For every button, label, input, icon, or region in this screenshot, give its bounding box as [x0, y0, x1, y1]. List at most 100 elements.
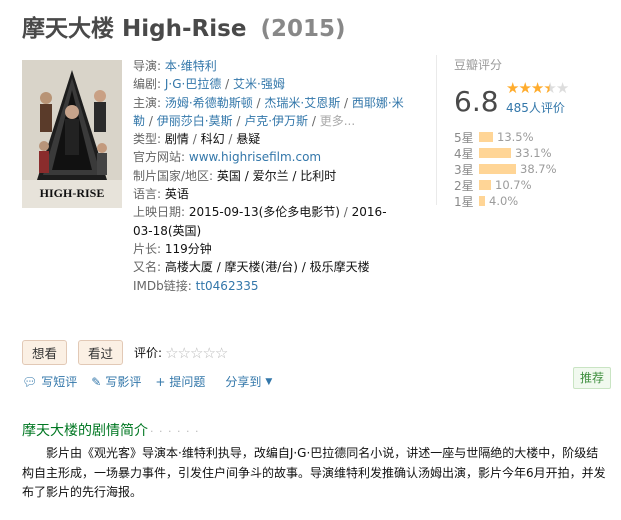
distribution-percent: 38.7% — [520, 162, 557, 176]
release-row: 上映日期: 2015-09-13(多伦多电影节) / 2016-03-18(英国… — [133, 205, 387, 238]
rate-stars[interactable]: ☆☆☆☆☆ — [165, 344, 228, 362]
seen-button[interactable]: 看过 — [78, 340, 124, 365]
runtime-value: 119分钟 — [164, 241, 212, 256]
country-label: 制片国家/地区: — [133, 168, 214, 183]
rating-stars: ★★★★★ — [506, 79, 569, 97]
website-label: 官方网站: — [133, 150, 186, 165]
title-en: High-Rise — [122, 16, 247, 42]
aka-label: 又名: — [133, 260, 162, 275]
distribution-label: 3星 — [454, 162, 474, 177]
star-empty-icon[interactable]: ☆ — [190, 344, 203, 362]
cast-link[interactable]: 杰瑞米·艾恩斯 — [264, 96, 340, 110]
title-year: (2015) — [260, 16, 346, 42]
review-action[interactable]: ✎ 写影评 — [91, 373, 141, 390]
language-row: 语言: 英语 — [133, 185, 405, 203]
star-half-icon: ★ — [543, 79, 556, 97]
pencil-icon: ✎ — [91, 374, 102, 389]
imdb-link[interactable]: tt0462335 — [196, 279, 259, 293]
action-bar: 想看 看过 评价: ☆☆☆☆☆ — [22, 340, 228, 365]
genre-value: 剧情 — [164, 132, 189, 147]
star-icon: ★ — [530, 79, 544, 97]
distribution-row: 4星 33.1% — [454, 145, 557, 161]
title-cn: 摩天大楼 — [22, 16, 114, 42]
movie-poster[interactable]: HIGH-RISE — [22, 60, 122, 208]
rating-distribution: 5星 13.5% 4星 33.1% 3星 38.7% 2星 10.7% 1星 4.0% — [454, 129, 557, 209]
distribution-percent: 13.5% — [497, 130, 534, 144]
distribution-label: 1星 — [454, 194, 474, 209]
distribution-label: 2星 — [454, 178, 474, 193]
distribution-row: 1星 4.0% — [454, 193, 557, 209]
genre-value: 悬疑 — [236, 132, 261, 147]
imdb-row: IMDb链接: tt0462335 — [133, 277, 405, 295]
question-action[interactable]: + 提问题 — [155, 373, 205, 390]
tool-bar: 💬︎ 写短评 ✎ 写影评 + 提问题 分享到 ▼ — [22, 373, 276, 390]
distribution-bar — [479, 132, 493, 142]
website-link[interactable]: www.highrisefilm.com — [189, 150, 321, 164]
distribution-row: 2星 10.7% — [454, 177, 557, 193]
director-row: 导演: 本·维特利 — [133, 59, 217, 73]
aka-row: 又名: 高楼大厦 / 摩天楼(港/台) / 极乐摩天楼 — [133, 258, 405, 276]
distribution-percent: 10.7% — [495, 178, 532, 192]
summary-dots: · · · · · · — [150, 425, 200, 438]
distribution-percent: 33.1% — [515, 146, 552, 160]
recommend-button[interactable]: 推荐 — [573, 367, 611, 389]
rate-label: 评价: — [134, 346, 163, 360]
star-empty-icon[interactable]: ☆ — [165, 344, 178, 362]
star-icon: ★ — [518, 79, 531, 97]
distribution-bar — [479, 196, 485, 206]
want-button[interactable]: 想看 — [22, 340, 68, 365]
writer-link[interactable]: J·G·巴拉德 — [165, 77, 221, 91]
star-empty-icon[interactable]: ☆ — [202, 344, 215, 362]
language-value: 英语 — [164, 187, 189, 202]
distribution-row: 3星 38.7% — [454, 161, 557, 177]
runtime-row: 片长: 119分钟 — [133, 240, 405, 258]
rating-score: 6.8 — [454, 85, 499, 118]
director-label: 导演 — [133, 59, 158, 73]
release-label: 上映日期: — [133, 205, 186, 220]
country-row: 制片国家/地区: 英国 / 爱尔兰 / 比利时 — [133, 167, 405, 185]
genre-value: 科幻 — [200, 132, 225, 147]
poster-image: HIGH-RISE — [22, 60, 122, 208]
summary-heading: 摩天大楼的剧情简介 · · · · · · — [22, 420, 199, 440]
language-label: 语言: — [133, 187, 162, 202]
cast-row: 主演: 汤姆·希德勒斯顿 / 杰瑞米·艾恩斯 / 西耶娜·米勒 / 伊丽莎白·莫… — [133, 95, 404, 128]
star-empty-icon: ★ — [555, 79, 569, 97]
share-dropdown[interactable]: 分享到 ▼ — [225, 373, 276, 390]
director-link[interactable]: 本·维特利 — [165, 59, 217, 73]
distribution-percent: 4.0% — [489, 194, 519, 208]
writer-row: 编剧: J·G·巴拉德 / 艾米·强姆 — [133, 77, 285, 92]
summary-text: 影片由《观光客》导演本·维特利执导，改编自J·G·巴拉德同名小说，讲述一座与世隔… — [22, 446, 606, 499]
share-link[interactable]: 分享到 — [225, 373, 261, 390]
genre-row: 类型: 剧情 / 科幻 / 悬疑 — [133, 132, 261, 147]
country-value: 英国 / 爱尔兰 / 比利时 — [216, 168, 337, 183]
genre-label: 类型: — [133, 132, 162, 147]
cast-link[interactable]: 伊丽莎白·莫斯 — [157, 114, 233, 128]
writer-link[interactable]: 艾米·强姆 — [233, 77, 285, 91]
runtime-label: 片长: — [133, 241, 162, 256]
imdb-label: IMDb链接: — [133, 278, 192, 293]
rating-title: 豆瓣评分 — [454, 58, 503, 72]
distribution-label: 4星 — [454, 146, 474, 161]
comment-icon: 💬︎ — [22, 374, 38, 389]
votes-link[interactable]: 485人评价 — [506, 99, 565, 116]
question-link[interactable]: 提问题 — [169, 373, 205, 390]
short-review-action[interactable]: 💬︎ 写短评 — [22, 373, 77, 390]
summary-title: 摩天大楼的剧情简介 — [22, 423, 148, 439]
cast-link[interactable]: 卢克·伊万斯 — [244, 114, 308, 128]
distribution-bar — [479, 180, 491, 190]
star-empty-icon[interactable]: ☆ — [215, 344, 228, 362]
review-link[interactable]: 写影评 — [105, 373, 141, 390]
rating-panel: 豆瓣评分 6.8 ★★★★★ 485人评价 5星 13.5% 4星 33.1% 3星 38… — [436, 55, 614, 209]
release-value: 2015-09-13(多伦多电影节) — [188, 205, 340, 220]
poster-caption: HIGH-RISE — [40, 186, 105, 200]
plus-icon: + — [155, 374, 166, 389]
star-icon: ★ — [506, 79, 519, 97]
website-row: 官方网站: www.highrisefilm.com — [133, 148, 405, 166]
short-review-link[interactable]: 写短评 — [41, 373, 77, 390]
star-empty-icon[interactable]: ☆ — [178, 344, 191, 362]
cast-link[interactable]: 汤姆·希德勒斯顿 — [165, 96, 253, 110]
distribution-label: 5星 — [454, 130, 474, 145]
distribution-bar — [479, 164, 516, 174]
cast-more-link[interactable]: 更多... — [320, 114, 355, 128]
aka-value: 高楼大厦 / 摩天楼(港/台) / 极乐摩天楼 — [164, 260, 370, 275]
